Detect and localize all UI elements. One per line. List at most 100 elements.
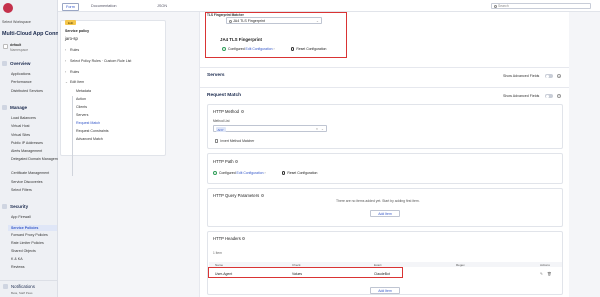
http-path-edit-configuration-link[interactable]: Edit Configuration [237, 171, 264, 175]
user-caption: Beta, Staff Pass [11, 291, 33, 295]
tls-select-value: JA4 TLS Fingerprint [233, 19, 265, 23]
sidebar-item-shared-objects[interactable]: Shared Objects [11, 249, 36, 253]
invert-method-matcher[interactable]: Invert Method Matcher [215, 139, 254, 143]
notifications-panel[interactable]: Notifications Beta, Staff Pass [0, 280, 58, 297]
sidebar-item-reviews[interactable]: Reviews [11, 265, 25, 269]
sidebar-item-rate-limiter[interactable]: Rate Limiter Policies [11, 241, 44, 245]
http-path-panel [207, 153, 563, 184]
chevron-right-icon: › [273, 47, 275, 51]
section-divider [199, 67, 569, 68]
sidebar-item-certificate[interactable]: Certificate Management [11, 171, 49, 175]
nav-item-rules-2[interactable]: › Rules [65, 70, 79, 74]
brand-logo-icon[interactable] [3, 3, 13, 13]
invert-method-checkbox[interactable] [215, 139, 219, 143]
search-input[interactable]: Search [491, 3, 591, 9]
namespace-caption: Namespace [10, 47, 29, 52]
http-method-title: HTTP Method [213, 109, 244, 114]
nav-sub-request-match[interactable]: Request Match [76, 121, 100, 125]
check-circle-icon [213, 171, 217, 176]
servers-advanced-fields-label: Show Advanced Fields [503, 74, 540, 78]
search-icon [228, 19, 232, 23]
sidebar-item-applications[interactable]: Applications [11, 72, 30, 76]
overview-icon [2, 61, 7, 67]
sidebar-item-k-ka[interactable]: K & KA [11, 257, 23, 261]
chevron-down-icon: ⌄ [315, 19, 319, 23]
help-icon[interactable] [242, 237, 246, 241]
nav-item-rules[interactable]: › Rules [65, 48, 79, 52]
sidebar-item-service-policies[interactable]: Service Policies [11, 226, 38, 230]
chevron-down-icon[interactable]: ⌄ [557, 74, 561, 78]
column-header-regex: Regex [456, 263, 465, 267]
chevron-up-icon[interactable]: ⌃ [557, 94, 561, 98]
security-icon [2, 204, 7, 210]
help-icon[interactable] [235, 160, 239, 164]
request-match-advanced-toggle[interactable] [545, 94, 553, 98]
sidebar-item-select-filters[interactable]: Select Filters [11, 188, 32, 192]
method-list-select[interactable]: ANY × ⌄ [213, 125, 327, 132]
namespace-icon [3, 44, 8, 49]
request-match-advanced-fields-label: Show Advanced Fields [503, 94, 540, 98]
section-divider [199, 87, 569, 88]
tls-fingerprint-select[interactable]: JA4 TLS Fingerprint ⌄ [226, 17, 322, 24]
sidebar-item-virtual-host[interactable]: Virtual Host [11, 124, 30, 128]
tab-form[interactable]: Form [62, 3, 79, 11]
namespace-selector[interactable]: default Namespace [10, 43, 28, 52]
sidebar: Select Workspace Multi-Cloud App Connect… [0, 0, 63, 297]
reset-icon [291, 47, 295, 51]
sidebar-item-service-discoveries[interactable]: Service Discoveries [11, 180, 43, 184]
nav-sub-clients[interactable]: Clients [76, 105, 87, 109]
tab-documentation[interactable]: Documentation [88, 3, 120, 9]
http-headers-add-item-button[interactable]: Add Item [370, 287, 400, 294]
sidebar-item-delegated-domain[interactable]: Delegated Domain Management [11, 157, 63, 161]
nav-sub-metadata[interactable]: Metadata [76, 89, 91, 93]
http-path-configured-status: Configured Edit Configuration › [213, 171, 266, 176]
nav-item-select-policy-rules[interactable]: › Select Policy Rules · Custom Rule List [65, 59, 131, 63]
header-row-name: User-Agent [215, 272, 233, 276]
sidebar-item-distributed-services[interactable]: Distributed Services [11, 89, 43, 93]
nav-sub-advanced-match[interactable]: Advanced Match [76, 137, 103, 141]
servers-section-title[interactable]: Servers [207, 73, 225, 78]
sidebar-section-manage[interactable]: Manage [2, 105, 27, 111]
tls-reset-configuration-button[interactable]: Reset Configuration [291, 47, 326, 51]
servers-advanced-toggle[interactable] [545, 74, 553, 78]
reset-icon [282, 171, 286, 175]
method-chip[interactable]: ANY [215, 127, 226, 132]
http-headers-title: HTTP Headers [213, 236, 246, 241]
tls-edit-configuration-link[interactable]: Edit Configuration [246, 47, 273, 51]
sidebar-item-forward-proxy[interactable]: Forward Proxy Policies [11, 233, 48, 237]
sidebar-item-load-balancers[interactable]: Load Balancers [11, 116, 36, 120]
policy-name: jaro-sp [65, 36, 78, 41]
help-icon[interactable] [240, 110, 244, 114]
edit-icon[interactable]: ✎ [540, 272, 543, 276]
nav-tree-line [72, 96, 73, 176]
form-navigation: Edit Service policy jaro-sp › Rules › Sele… [58, 12, 170, 297]
nav-item-edit-item[interactable]: ⌄ Edit Item [65, 80, 84, 84]
clear-icon[interactable]: × [316, 127, 318, 131]
notifications-label: Notifications [11, 284, 35, 289]
sidebar-item-performance[interactable]: Performance [11, 80, 32, 84]
sidebar-item-app-firewall[interactable]: App Firewall [11, 215, 31, 219]
request-match-section-title[interactable]: Request Match [207, 93, 241, 98]
sidebar-section-security[interactable]: Security [2, 204, 28, 210]
sidebar-item-virtual-sites[interactable]: Virtual Sites [11, 133, 30, 137]
http-headers-count: 1 Item [213, 251, 222, 255]
nav-sub-action[interactable]: Action [76, 97, 86, 101]
search-icon [493, 5, 497, 8]
workspace-selector[interactable]: Select Workspace [2, 20, 31, 24]
header-row-check: Values [292, 272, 303, 276]
nav-sub-servers[interactable]: Servers [76, 113, 88, 117]
header-row-exact: ClaudeBot [374, 272, 390, 276]
help-icon[interactable] [260, 194, 264, 198]
app-title: Multi-Cloud App Connect [2, 31, 58, 37]
edit-badge: Edit [65, 20, 77, 26]
http-path-reset-configuration-button[interactable]: Reset Configuration [282, 171, 317, 175]
query-params-add-item-button[interactable]: Add Item [370, 210, 400, 217]
sidebar-item-alerts[interactable]: Alerts Management [11, 149, 42, 153]
sidebar-item-public-ip[interactable]: Public IP Addresses [11, 141, 43, 145]
http-query-parameters-title: HTTP Query Parameters [213, 193, 264, 198]
sidebar-section-overview[interactable]: Overview [2, 61, 30, 67]
tls-configured-status: Configured Edit Configuration › [222, 47, 275, 52]
trash-icon[interactable]: 🗑 [547, 272, 552, 276]
nav-sub-request-constraints[interactable]: Request Constraints [76, 129, 109, 133]
tab-json[interactable]: JSON [154, 3, 170, 9]
